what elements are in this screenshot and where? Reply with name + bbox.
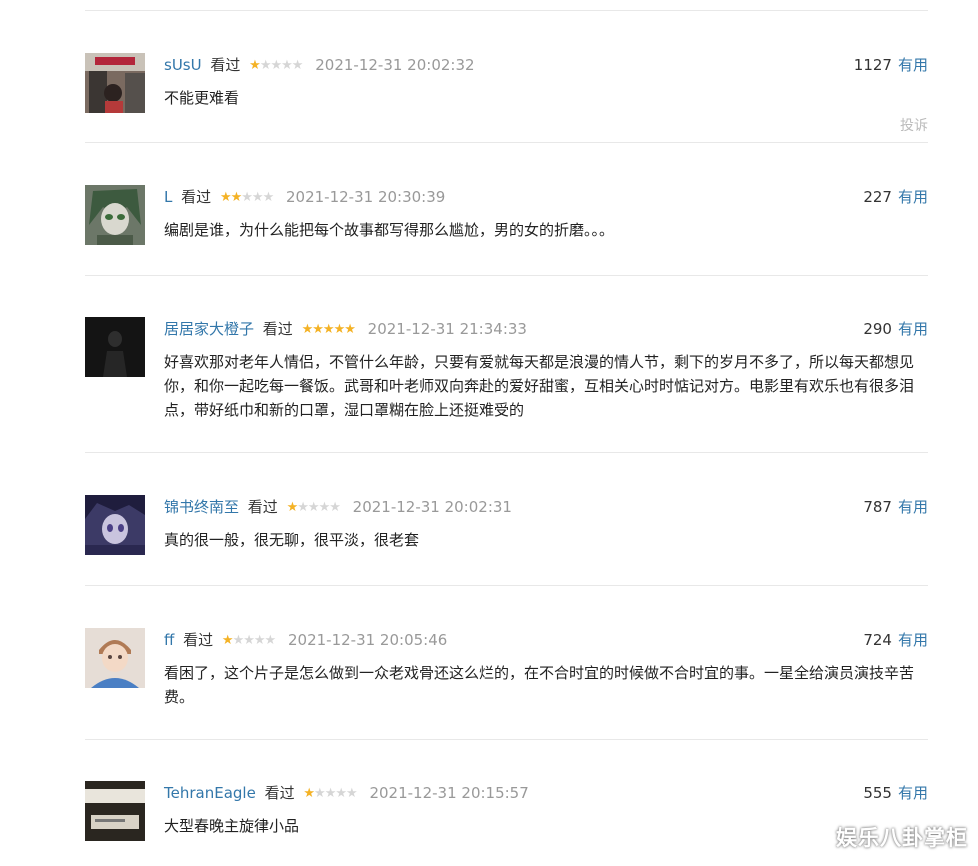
comment-time: 2021-12-31 20:05:46 [287, 631, 448, 649]
comment-header: ff 看过 ★★★★★ 2021-12-31 20:05:46 724 有用 [164, 628, 928, 652]
star-empty-icon: ★ [329, 500, 341, 515]
star-empty-icon: ★ [318, 500, 331, 515]
star-filled-icon: ★ [312, 322, 324, 337]
vote-box: 787 有用 [863, 495, 928, 519]
avatar[interactable] [85, 495, 145, 555]
star-filled-icon: ★ [249, 58, 261, 73]
comment-header: 锦书终南至 看过 ★★★★★ 2021-12-31 20:02:31 787 有用 [164, 495, 928, 519]
star-filled-icon: ★ [230, 190, 243, 205]
rating-stars: ★★★★★ [221, 629, 277, 653]
username-link[interactable]: 居居家大橙子 [164, 320, 254, 338]
comment-time: 2021-12-31 21:34:33 [367, 320, 527, 338]
comment-text: 大型春晚主旋律小品 [164, 817, 300, 835]
star-filled-icon: ★ [219, 190, 232, 205]
star-empty-icon: ★ [314, 786, 326, 801]
divider [85, 585, 928, 586]
star-empty-icon: ★ [281, 58, 293, 73]
star-empty-icon: ★ [262, 190, 275, 205]
rating-stars: ★★★★★ [303, 782, 358, 806]
username-link[interactable]: TehranEagle [164, 784, 256, 802]
avatar[interactable] [85, 781, 145, 841]
star-empty-icon: ★ [241, 190, 253, 205]
star-empty-icon: ★ [253, 633, 266, 648]
watched-label: 看过 [210, 56, 241, 74]
comment-header: sUsU 看过 ★★★★★ 2021-12-31 20:02:32 1127 有用 [164, 53, 928, 77]
comment-text: 编剧是谁，为什么能把每个故事都写得那么尴尬，男的女的折磨。。。 [164, 221, 615, 239]
divider [85, 452, 928, 453]
useful-button[interactable]: 有用 [898, 631, 928, 649]
divider [85, 275, 928, 276]
comment-text: 不能更难看 [164, 89, 240, 107]
star-filled-icon: ★ [301, 322, 314, 337]
report-link[interactable]: 投诉 [900, 115, 928, 135]
username-link[interactable]: sUsU [164, 56, 202, 74]
rating-stars: ★★★★★ [249, 54, 304, 78]
useful-button[interactable]: 有用 [898, 784, 928, 802]
star-empty-icon: ★ [307, 500, 320, 515]
comment-time: 2021-12-31 20:15:57 [369, 784, 529, 802]
star-filled-icon: ★ [221, 633, 234, 648]
vote-box: 1127 有用 [854, 53, 928, 77]
watched-label: 看过 [264, 784, 295, 802]
watched-label: 看过 [262, 320, 293, 338]
star-empty-icon: ★ [232, 633, 245, 648]
watched-label: 看过 [247, 498, 278, 516]
comment-header: 居居家大橙子 看过 ★★★★★ 2021-12-31 21:34:33 290 有… [164, 317, 928, 341]
comment-text: 看困了，这个片子是怎么做到一众老戏骨还这么烂的，在不合时宜的时候做不合时宜的事。… [164, 664, 915, 706]
star-filled-icon: ★ [286, 500, 299, 515]
star-empty-icon: ★ [291, 58, 304, 73]
comment-time: 2021-12-31 20:02:32 [315, 56, 475, 74]
useful-button[interactable]: 有用 [898, 320, 928, 338]
divider [85, 142, 928, 143]
star-empty-icon: ★ [346, 786, 358, 801]
watched-label: 看过 [183, 631, 214, 649]
vote-box: 290 有用 [863, 317, 928, 341]
vote-count: 555 [863, 784, 892, 802]
comment-header: L 看过 ★★★★★ 2021-12-31 20:30:39 227 有用 [164, 185, 928, 209]
vote-count: 227 [863, 188, 892, 206]
vote-box: 555 有用 [863, 781, 928, 805]
star-empty-icon: ★ [335, 786, 347, 801]
username-link[interactable]: ff [164, 631, 174, 649]
useful-button[interactable]: 有用 [898, 56, 928, 74]
star-filled-icon: ★ [322, 322, 335, 337]
username-link[interactable]: 锦书终南至 [164, 498, 239, 516]
avatar[interactable] [85, 185, 145, 245]
rating-stars: ★★★★★ [219, 186, 275, 210]
star-empty-icon: ★ [324, 786, 337, 801]
star-filled-icon: ★ [303, 786, 315, 801]
useful-button[interactable]: 有用 [898, 188, 928, 206]
comment-time: 2021-12-31 20:02:31 [352, 498, 512, 516]
username-link[interactable]: L [164, 188, 172, 206]
star-filled-icon: ★ [344, 322, 356, 337]
vote-count: 787 [863, 498, 892, 516]
star-empty-icon: ★ [270, 58, 282, 73]
avatar[interactable] [85, 317, 145, 377]
vote-count: 290 [863, 320, 892, 338]
divider [85, 10, 928, 11]
comment-text: 好喜欢那对老年人情侣，不管什么年龄，只要有爱就每天都是浪漫的情人节，剩下的岁月不… [164, 353, 915, 419]
useful-button[interactable]: 有用 [898, 498, 928, 516]
star-empty-icon: ★ [297, 500, 309, 515]
vote-count: 724 [863, 631, 892, 649]
comment-header: TehranEagle 看过 ★★★★★ 2021-12-31 20:15:57… [164, 781, 928, 805]
star-empty-icon: ★ [264, 633, 277, 648]
avatar[interactable] [85, 628, 145, 688]
comment-text: 真的很一般，很无聊，很平淡，很老套 [164, 531, 420, 549]
divider [85, 739, 928, 740]
vote-box: 724 有用 [863, 628, 928, 652]
comment-time: 2021-12-31 20:30:39 [286, 188, 446, 206]
star-empty-icon: ★ [259, 58, 272, 73]
rating-stars: ★★★★★ [286, 496, 341, 520]
rating-stars: ★★★★★ [301, 318, 356, 342]
avatar[interactable] [85, 53, 145, 113]
vote-count: 1127 [853, 56, 892, 74]
star-filled-icon: ★ [333, 322, 346, 337]
star-empty-icon: ★ [243, 633, 255, 648]
vote-box: 227 有用 [863, 185, 928, 209]
watched-label: 看过 [181, 188, 212, 206]
watermark: 娱乐八卦掌柜 [836, 826, 968, 850]
star-empty-icon: ★ [251, 190, 264, 205]
